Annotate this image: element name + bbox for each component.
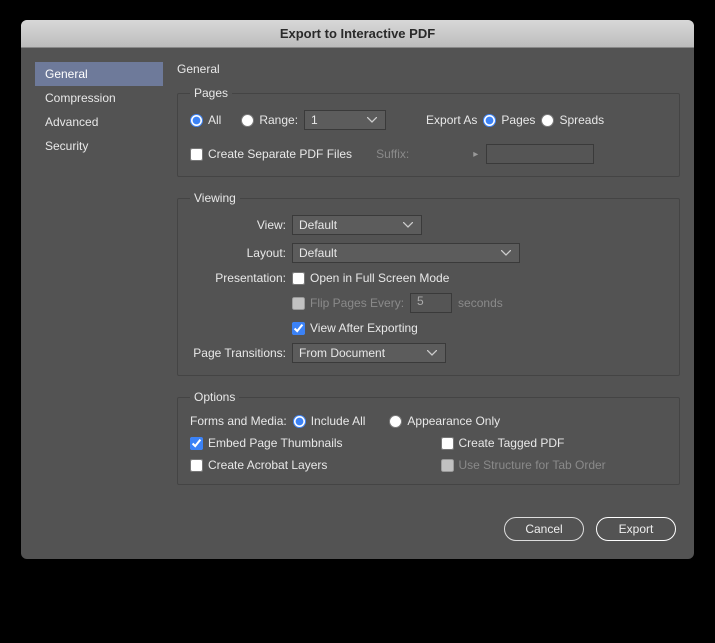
export-as-spreads-radio[interactable] (541, 114, 554, 127)
view-after-checkbox[interactable] (292, 322, 305, 335)
fullscreen-label: Open in Full Screen Mode (310, 271, 449, 285)
sidebar-item-advanced[interactable]: Advanced (35, 110, 163, 134)
chevron-down-icon (427, 350, 441, 356)
pages-all-radio[interactable] (190, 114, 203, 127)
sidebar: General Compression Advanced Security (35, 62, 163, 499)
chevron-down-icon (403, 222, 417, 228)
layout-label: Layout: (190, 246, 286, 260)
seconds-label: seconds (458, 296, 503, 310)
fullscreen-checkbox[interactable] (292, 272, 305, 285)
separate-files-option[interactable]: Create Separate PDF Files (190, 147, 352, 161)
dialog-body: General Compression Advanced Security Ge… (21, 48, 694, 513)
acrobat-layers-option[interactable]: Create Acrobat Layers (190, 458, 417, 472)
transitions-select[interactable]: From Document (292, 343, 446, 363)
tagged-pdf-option[interactable]: Create Tagged PDF (441, 436, 668, 450)
layout-value: Default (299, 246, 337, 260)
pages-range-label: Range: (259, 113, 298, 127)
embed-thumbs-option[interactable]: Embed Page Thumbnails (190, 436, 417, 450)
view-after-label: View After Exporting (310, 321, 418, 335)
flip-seconds-field: 5 (410, 293, 452, 313)
transitions-value: From Document (299, 346, 385, 360)
tagged-pdf-label: Create Tagged PDF (459, 436, 565, 450)
dialog-footer: Cancel Export (21, 513, 694, 559)
pages-range-option[interactable]: Range: (241, 113, 298, 127)
include-all-radio[interactable] (293, 415, 306, 428)
tagged-pdf-checkbox[interactable] (441, 437, 454, 450)
sidebar-item-security[interactable]: Security (35, 134, 163, 158)
main-panel: General Pages All Range: 1 (177, 62, 680, 499)
sidebar-item-compression[interactable]: Compression (35, 86, 163, 110)
structure-tab-checkbox (441, 459, 454, 472)
options-group: Options Forms and Media: Include All App… (177, 390, 680, 485)
include-all-option[interactable]: Include All (293, 414, 366, 428)
flip-pages-label: Flip Pages Every: (310, 296, 404, 310)
export-button[interactable]: Export (596, 517, 676, 541)
export-as-spreads-option[interactable]: Spreads (541, 113, 604, 127)
suffix-label: Suffix: (376, 147, 409, 161)
separate-files-label: Create Separate PDF Files (208, 147, 352, 161)
embed-thumbs-checkbox[interactable] (190, 437, 203, 450)
flip-pages-checkbox (292, 297, 305, 310)
suffix-flyout-icon[interactable]: ▸ (471, 149, 480, 160)
pages-range-value: 1 (311, 113, 318, 127)
presentation-label: Presentation: (190, 271, 286, 285)
layout-select[interactable]: Default (292, 243, 520, 263)
options-legend: Options (190, 390, 239, 404)
export-as-label: Export As (426, 113, 477, 127)
viewing-legend: Viewing (190, 191, 240, 205)
acrobat-layers-checkbox[interactable] (190, 459, 203, 472)
view-value: Default (299, 218, 337, 232)
export-dialog: Export to Interactive PDF General Compre… (21, 20, 694, 559)
view-label: View: (190, 218, 286, 232)
export-as-pages-label: Pages (501, 113, 535, 127)
transitions-label: Page Transitions: (190, 346, 286, 360)
view-after-option[interactable]: View After Exporting (292, 321, 418, 335)
chevron-down-icon (367, 117, 381, 123)
pages-range-radio[interactable] (241, 114, 254, 127)
pages-all-label: All (208, 113, 221, 127)
cancel-button[interactable]: Cancel (504, 517, 584, 541)
export-as-pages-option[interactable]: Pages (483, 113, 535, 127)
export-as-spreads-label: Spreads (559, 113, 604, 127)
pages-group: Pages All Range: 1 (177, 86, 680, 177)
structure-tab-label: Use Structure for Tab Order (459, 458, 606, 472)
separate-files-checkbox[interactable] (190, 148, 203, 161)
embed-thumbs-label: Embed Page Thumbnails (208, 436, 343, 450)
structure-tab-option: Use Structure for Tab Order (441, 458, 668, 472)
appearance-only-radio[interactable] (389, 415, 402, 428)
dialog-title: Export to Interactive PDF (21, 20, 694, 48)
acrobat-layers-label: Create Acrobat Layers (208, 458, 327, 472)
appearance-only-option[interactable]: Appearance Only (389, 414, 500, 428)
include-all-label: Include All (311, 414, 366, 428)
pages-legend: Pages (190, 86, 232, 100)
export-as-pages-radio[interactable] (483, 114, 496, 127)
viewing-group: Viewing View: Default Layout: Default (177, 191, 680, 376)
pages-range-select[interactable]: 1 (304, 110, 386, 130)
panel-heading: General (177, 62, 680, 76)
flip-pages-option: Flip Pages Every: (292, 296, 404, 310)
sidebar-item-general[interactable]: General (35, 62, 163, 86)
pages-all-option[interactable]: All (190, 113, 221, 127)
chevron-down-icon (501, 250, 515, 256)
forms-media-label: Forms and Media: (190, 414, 287, 428)
view-select[interactable]: Default (292, 215, 422, 235)
appearance-only-label: Appearance Only (407, 414, 500, 428)
suffix-field[interactable] (486, 144, 594, 164)
fullscreen-option[interactable]: Open in Full Screen Mode (292, 271, 449, 285)
